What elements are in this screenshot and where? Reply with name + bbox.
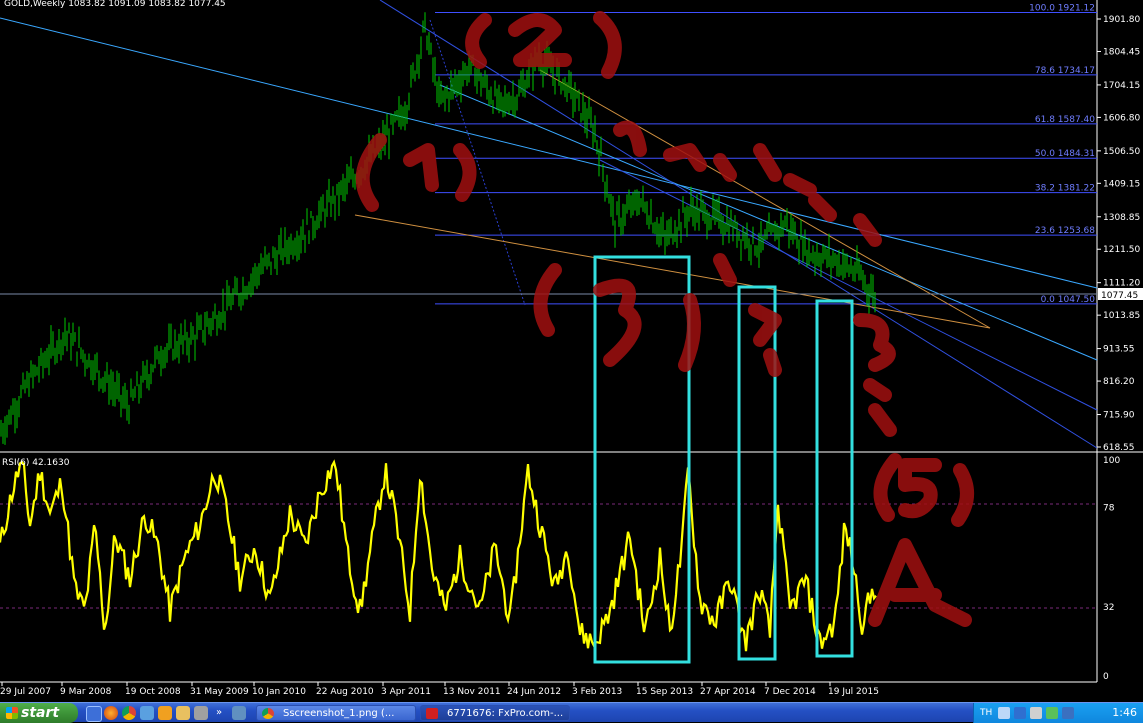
price-axis-tick-label: 1704.15 [1103, 81, 1140, 91]
annotation-wave-1-close-paren [453, 143, 477, 202]
annotation-wave-1-digit [403, 143, 439, 192]
system-tray: TH 1:46 [973, 703, 1143, 723]
date-axis-tick-label: 3 Apr 2011 [381, 687, 431, 697]
price-axis-tick-label: 1211.50 [1103, 245, 1140, 255]
annotation-wave-1-open-paren [355, 133, 387, 212]
desktop-icon[interactable] [86, 706, 102, 722]
annotation-wave-3-close-paren [678, 293, 701, 372]
fib-level-label: 23.6 1253.68 [1035, 226, 1095, 236]
rsi-line [0, 459, 877, 652]
annotation-wave-2-digit [508, 13, 572, 67]
chart-title: GOLD,Weekly 1083.82 1091.09 1083.82 1077… [4, 0, 226, 9]
price-bars [0, 12, 876, 445]
trendline-steep-2[interactable] [599, 159, 1098, 411]
tray-volume-icon[interactable] [1046, 707, 1058, 719]
annotation-wave-3-digit [593, 278, 642, 367]
windows-taskbar: start » Sscreenshot_1.png (... 6771676: … [0, 702, 1143, 723]
fib-level-label: 38.2 1381.22 [1035, 184, 1095, 194]
date-axis-tick-label: 24 Jun 2012 [507, 687, 561, 697]
annotation-wave-2-open-paren [465, 13, 492, 69]
tray-security-icon[interactable] [1030, 707, 1042, 719]
fib-level-label: 50.0 1484.31 [1035, 149, 1095, 159]
media-icon[interactable] [140, 706, 154, 720]
start-button[interactable]: start [0, 703, 78, 723]
rsi-axis: 100 78 32 0 [1103, 456, 1120, 682]
date-axis-tick-label: 31 May 2009 [190, 687, 249, 697]
date-axis-tick-label: 27 Apr 2014 [700, 687, 756, 697]
date-axis-tick-label: 10 Jan 2010 [252, 687, 306, 697]
tool-icon[interactable] [232, 706, 246, 720]
price-axis-tick-label: 1111.20 [1103, 279, 1140, 289]
price-axis: 1901.80 1804.45 1704.15 1606.80 1506.50 1409.… [1097, 15, 1140, 453]
price-axis-tick-label: 913.55 [1103, 345, 1135, 355]
fib-level-label: 61.8 1587.40 [1035, 115, 1095, 125]
taskbar-item-label: Sscreenshot_1.png (... [283, 708, 395, 719]
fib-level-label: 100.0 1921.12 [1029, 4, 1095, 14]
taskbar-item-screenshot[interactable]: Sscreenshot_1.png (... [256, 705, 416, 721]
date-axis-tick-label: 7 Dec 2014 [764, 687, 816, 697]
trendline-orange-support[interactable] [354, 214, 991, 329]
date-axis-tick-label: 3 Feb 2013 [572, 687, 622, 697]
folder-icon[interactable] [176, 706, 190, 720]
hand-drawn-annotations [355, 11, 974, 627]
price-axis-tick-label: 1606.80 [1103, 113, 1140, 123]
date-axis-tick-label: 13 Nov 2011 [443, 687, 501, 697]
date-axis-tick-label: 22 Aug 2010 [316, 687, 374, 697]
tray-app-icon[interactable] [1062, 707, 1074, 719]
date-axis-tick-label: 9 Mar 2008 [60, 687, 112, 697]
chart-window[interactable]: 100.0 1921.12 78.6 1734.17 61.8 1587.40 50.… [0, 0, 1143, 702]
date-axis-tick-label: 19 Oct 2008 [125, 687, 181, 697]
fx-app-icon [426, 708, 438, 719]
price-axis-tick-label: 1013.85 [1103, 311, 1140, 321]
annotation-wave-3-open-paren [533, 263, 562, 337]
tray-network-icon[interactable] [1014, 707, 1026, 719]
price-chart-canvas[interactable]: 100.0 1921.12 78.6 1734.17 61.8 1587.40 50.… [0, 0, 1143, 702]
browser-icon [262, 708, 274, 719]
annotation-wave-5-digit [898, 458, 942, 519]
rsi-axis-tick-label: 0 [1103, 672, 1109, 682]
annotation-wave-5-open-paren [873, 453, 902, 522]
expand-quicklaunch-icon[interactable]: » [216, 706, 226, 720]
date-axis: 29 Jul 2007 9 Mar 2008 19 Oct 2008 31 May 2… [0, 682, 879, 697]
annotation-wave-2-close-paren [593, 11, 622, 79]
clock[interactable]: 1:46 [1112, 703, 1137, 723]
price-axis-tick-label: 618.55 [1103, 443, 1135, 453]
rsi-axis-tick-label: 100 [1103, 456, 1120, 466]
date-axis-tick-label: 19 Jul 2015 [828, 687, 879, 697]
app-icon[interactable] [194, 706, 208, 720]
vlc-icon[interactable] [158, 706, 172, 720]
date-axis-tick-label: 15 Sep 2013 [636, 687, 693, 697]
fib-level-label: 0.0 1047.50 [1041, 295, 1096, 305]
price-axis-tick-label: 1506.50 [1103, 147, 1140, 157]
price-axis-tick-label: 816.20 [1103, 377, 1135, 387]
current-price-label: 1077.45 [1101, 291, 1138, 301]
highlight-box-3[interactable] [815, 299, 854, 658]
price-axis-tick-label: 1804.45 [1103, 47, 1140, 57]
tray-expand-icon[interactable] [998, 707, 1010, 719]
annotation-wave-a [868, 538, 972, 627]
rsi-axis-tick-label: 78 [1103, 504, 1115, 514]
fib-level-label: 78.6 1734.17 [1035, 66, 1095, 76]
price-axis-tick-label: 1308.85 [1103, 213, 1140, 223]
price-axis-tick-label: 1901.80 [1103, 15, 1140, 25]
language-indicator[interactable]: TH [980, 703, 992, 723]
taskbar-item-label: 6771676: FxPro.com-... [447, 708, 564, 719]
annotation-wave-5-close-paren [951, 463, 974, 527]
windows-logo-icon [6, 707, 18, 719]
price-axis-tick-label: 1409.15 [1103, 179, 1140, 189]
taskbar-item-fxpro[interactable]: 6771676: FxPro.com-... [420, 705, 570, 721]
date-axis-tick-label: 29 Jul 2007 [0, 687, 51, 697]
start-label: start [21, 705, 60, 721]
chrome-icon[interactable] [122, 706, 136, 720]
rsi-title: RSI(6) 42.1630 [2, 458, 70, 468]
rsi-axis-tick-label: 32 [1103, 603, 1114, 613]
price-axis-tick-label: 715.90 [1103, 411, 1135, 421]
firefox-icon[interactable] [104, 706, 118, 720]
